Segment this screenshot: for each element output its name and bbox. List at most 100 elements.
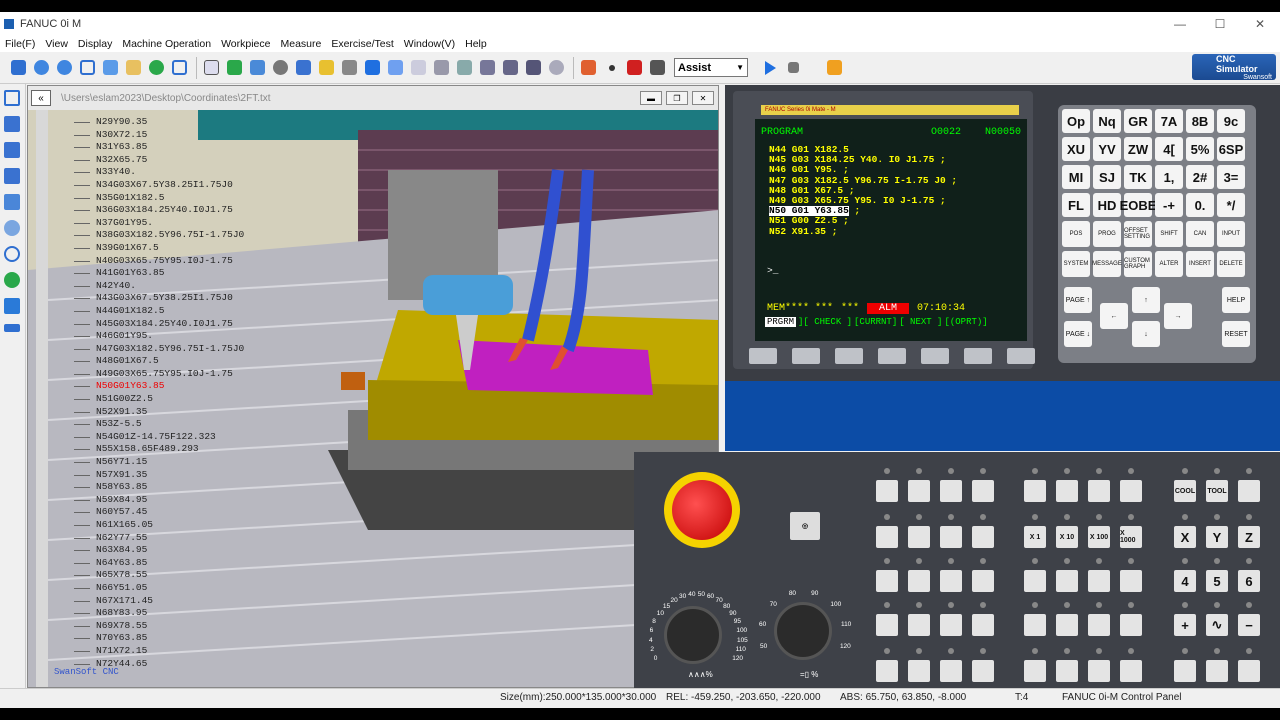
stop-icon[interactable] (783, 57, 804, 78)
mode-button[interactable] (876, 480, 898, 502)
menu-help[interactable]: Help (460, 38, 492, 50)
layout-icon[interactable] (4, 194, 20, 210)
nc-line[interactable]: N70Y63.85 (74, 632, 244, 645)
key-0-2[interactable]: GR (1124, 109, 1152, 133)
softkey-left[interactable] (749, 348, 777, 364)
operation-button[interactable] (1024, 614, 1046, 636)
zoom-window-icon[interactable] (77, 57, 98, 78)
nc-line[interactable]: N50G01Y63.85 (74, 380, 244, 393)
key-1-2[interactable]: ZW (1124, 137, 1152, 161)
key-0-1[interactable]: Nq (1093, 109, 1121, 133)
fullscreen-icon[interactable] (169, 57, 190, 78)
key-1-3[interactable]: 4[ (1155, 137, 1183, 161)
nc-line[interactable]: N37G01Y95. (74, 217, 244, 230)
operation-button[interactable] (1056, 614, 1078, 636)
menu-machine-operation[interactable]: Machine Operation (117, 38, 216, 50)
function-key[interactable]: SHIFT (1155, 221, 1183, 247)
nc-line[interactable]: N30X72.15 (74, 129, 244, 142)
mode-button[interactable] (940, 660, 962, 682)
axis-4-button[interactable]: 4 (1174, 570, 1196, 592)
solid-icon[interactable] (362, 57, 383, 78)
key-3-3[interactable]: -+ (1155, 193, 1183, 217)
nc-line[interactable]: N47G03X182.5Y96.75I-1.75J0 (74, 343, 244, 356)
operation-button[interactable] (1120, 614, 1142, 636)
nc-line[interactable]: N39G01X67.5 (74, 242, 244, 255)
nc-line[interactable]: N41G01Y63.85 (74, 267, 244, 280)
function-key[interactable]: PROG (1093, 221, 1121, 247)
axis-z-button[interactable]: Z (1238, 526, 1260, 548)
nc-line[interactable]: N65X78.55 (74, 569, 244, 582)
spindle-button[interactable] (1174, 660, 1196, 682)
blank-button[interactable] (1238, 480, 1260, 502)
nc-line[interactable]: N58Y63.85 (74, 481, 244, 494)
operation-button[interactable] (1088, 570, 1110, 592)
operation-button[interactable] (1120, 660, 1142, 682)
brush-icon[interactable] (4, 168, 20, 184)
function-key[interactable]: INPUT (1217, 221, 1245, 247)
axis-x-button[interactable]: X (1174, 526, 1196, 548)
transparent-icon[interactable] (385, 57, 406, 78)
cursor-right-key[interactable]: → (1164, 303, 1192, 329)
nc-line[interactable]: N49G03X65.75Y95.I0J-1.75 (74, 368, 244, 381)
nc-line[interactable]: N55X158.65F489.293 (74, 443, 244, 456)
pan-icon[interactable] (123, 57, 144, 78)
operation-button[interactable] (1056, 660, 1078, 682)
nc-line[interactable]: N56Y71.15 (74, 456, 244, 469)
key-3-2[interactable]: EOBE (1120, 193, 1156, 217)
fixture-icon[interactable] (454, 57, 475, 78)
3d-viewport[interactable]: N29Y90.35 N30X72.15 N31Y63.85 N32X65.75 N33Y… (28, 110, 718, 687)
scrollbar[interactable] (36, 110, 48, 687)
menu-file[interactable]: File(F) (0, 38, 40, 50)
eraser-icon[interactable] (4, 116, 20, 132)
program-protect-key[interactable]: ◎ (790, 512, 820, 540)
emergency-stop-button[interactable] (672, 480, 732, 540)
probe-icon[interactable] (500, 57, 521, 78)
mode-button[interactable] (908, 480, 930, 502)
mode-button[interactable] (876, 660, 898, 682)
dropdown-arrow-icon[interactable] (601, 57, 622, 78)
coolant-button[interactable]: COOL (1174, 480, 1196, 502)
key-1-1[interactable]: YV (1093, 137, 1121, 161)
shield-icon[interactable] (4, 298, 20, 314)
mode-button[interactable] (940, 526, 962, 548)
mode-button[interactable] (972, 660, 994, 682)
nc-line[interactable]: N66Y51.05 (74, 582, 244, 595)
nc-line[interactable]: N57X91.35 (74, 469, 244, 482)
nc-line[interactable]: N53Z-5.5 (74, 418, 244, 431)
spindle-button[interactable] (1238, 660, 1260, 682)
nc-line[interactable]: N43G03X67.5Y38.25I1.75J0 (74, 292, 244, 305)
nc-line[interactable]: N38G03X182.5Y96.75I-1.75J0 (74, 229, 244, 242)
jog-plus-button[interactable]: + (1174, 614, 1196, 636)
nc-line[interactable]: N62Y77.55 (74, 532, 244, 545)
nc-line[interactable]: N45G03X184.25Y40.I0J1.75 (74, 318, 244, 331)
nc-line[interactable]: N42Y40. (74, 280, 244, 293)
nc-line[interactable]: N44G01X182.5 (74, 305, 244, 318)
nc-line[interactable]: N29Y90.35 (74, 116, 244, 129)
nc-line[interactable]: N71X72.15 (74, 645, 244, 658)
mode-button[interactable] (908, 614, 930, 636)
operation-button[interactable] (1120, 480, 1142, 502)
nc-line[interactable]: N52X91.35 (74, 406, 244, 419)
nc-line[interactable]: N35G01X182.5 (74, 192, 244, 205)
mode-button[interactable] (972, 614, 994, 636)
function-key[interactable]: MESSAGE (1092, 251, 1122, 277)
play-icon[interactable] (760, 57, 781, 78)
menu-display[interactable]: Display (73, 38, 117, 50)
doc-restore-button[interactable]: ❐ (666, 91, 688, 105)
key-2-5[interactable]: 3= (1217, 165, 1245, 189)
panel-icon[interactable] (4, 324, 20, 332)
nc-line[interactable]: N33Y40. (74, 166, 244, 179)
nc-line[interactable]: N40G03X65.75Y95.I0J-1.75 (74, 255, 244, 268)
nc-line[interactable]: N31Y63.85 (74, 141, 244, 154)
function-key[interactable]: ALTER (1155, 251, 1183, 277)
nc-line[interactable]: N36G03X184.25Y40.I0J1.75 (74, 204, 244, 217)
softkey-4[interactable] (921, 348, 949, 364)
zoom-out-icon[interactable] (54, 57, 75, 78)
jog-increment-button[interactable]: X 10 (1056, 526, 1078, 548)
operation-button[interactable] (1024, 660, 1046, 682)
minimize-button[interactable]: — (1160, 12, 1200, 36)
search-icon[interactable] (4, 246, 20, 262)
mode-button[interactable] (972, 526, 994, 548)
function-key[interactable]: POS (1062, 221, 1090, 247)
operation-button[interactable] (1088, 480, 1110, 502)
